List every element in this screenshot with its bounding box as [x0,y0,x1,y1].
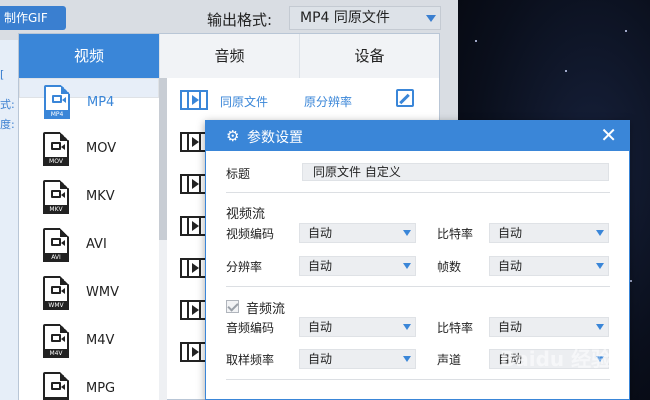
output-format-select[interactable]: MP4 同原文件 [289,6,441,30]
format-tabs: 视频 音频 设备 [19,34,439,78]
audio-stream-checkbox[interactable] [226,300,239,313]
film-icon [180,174,208,194]
video-file-icon: M4V [43,324,69,358]
preset-item[interactable]: 同原文件 原分辨率 [167,80,439,122]
format-name: MPG [86,381,116,396]
divider [226,286,610,287]
format-name: MOV [86,141,117,156]
watermark: Baidu 经验 [500,347,612,371]
film-icon [180,132,208,152]
audio-bitrate-label: 比特率 [437,321,474,335]
format-name: M4V [86,333,115,348]
dialog-titlebar: ⚙ 参数设置 ✕ [206,121,629,151]
resolution-label: 分辨率 [226,260,263,274]
samplerate-select[interactable]: 自动 [299,349,416,369]
video-file-icon: AVI [43,228,69,262]
left-strip-text: [ [0,68,5,81]
video-codec-select[interactable]: 自动 [299,223,416,243]
close-icon[interactable]: ✕ [600,123,617,147]
framerate-select[interactable]: 自动 [489,256,609,276]
format-list: MP4 MP4 MOV MOV MKV MKV AVI AVI WMV WMV … [19,78,159,400]
format-item-avi[interactable]: AVI AVI [19,222,159,270]
chevron-down-icon [426,15,436,22]
output-format-value: MP4 同原文件 [300,10,390,26]
chevron-down-icon [596,324,604,330]
channel-label: 声道 [437,353,462,367]
gear-icon: ⚙ [226,127,240,145]
chevron-down-icon [403,356,411,362]
video-file-icon: MKV [43,180,69,214]
preset-resolution: 原分辨率 [304,95,353,109]
left-strip-text: 式: [0,98,15,111]
format-name: AVI [86,237,107,252]
format-item-wmv[interactable]: WMV WMV [19,270,159,318]
video-file-icon [43,372,69,400]
title-input[interactable]: 同原文件 自定义 [302,163,609,181]
chevron-down-icon [403,230,411,236]
film-icon [180,342,208,362]
chevron-down-icon [596,230,604,236]
edit-icon[interactable] [396,89,414,107]
film-icon [180,216,208,236]
film-icon [180,90,208,110]
title-label: 标题 [226,167,251,181]
tab-video[interactable]: 视频 [19,34,159,78]
divider [226,379,610,380]
left-strip-text: 度: [0,118,15,131]
format-name: WMV [86,285,119,300]
dialog-title: 参数设置 [247,130,303,146]
tab-device[interactable]: 设备 [299,34,439,78]
chevron-down-icon [403,263,411,269]
video-file-icon: MP4 [44,85,70,119]
chevron-down-icon [403,324,411,330]
video-section-title: 视频流 [226,207,266,222]
make-gif-button[interactable]: 制作GIF [0,6,66,30]
audio-section-title: 音频流 [246,302,286,317]
resolution-select[interactable]: 自动 [299,256,416,276]
divider [226,192,610,193]
bitrate-select[interactable]: 自动 [489,223,609,243]
film-icon [180,258,208,278]
video-codec-label: 视频编码 [226,227,275,241]
format-item-m4v[interactable]: M4V M4V [19,318,159,366]
video-file-icon: MOV [43,132,69,166]
video-file-icon: WMV [43,276,69,310]
format-item-mp4[interactable]: MP4 MP4 [19,78,159,119]
bitrate-label: 比特率 [437,227,474,241]
audio-codec-select[interactable]: 自动 [299,317,416,337]
film-icon [180,300,208,320]
framerate-label: 帧数 [437,260,462,274]
format-name: MP4 [87,95,115,110]
samplerate-label: 取样频率 [226,353,275,367]
audio-bitrate-select[interactable]: 自动 [489,317,609,337]
chevron-down-icon [596,263,604,269]
format-item-mov[interactable]: MOV MOV [19,126,159,174]
format-item-mpg[interactable]: MPG [19,366,159,400]
format-list-scrollbar[interactable] [159,78,167,400]
format-item-mkv[interactable]: MKV MKV [19,174,159,222]
scrollbar-thumb[interactable] [159,78,167,240]
output-format-label: 输出格式: [207,11,273,29]
preset-label: 同原文件 [220,95,269,109]
tab-audio[interactable]: 音频 [159,34,299,78]
format-name: MKV [86,189,115,204]
audio-codec-label: 音频编码 [226,321,275,335]
